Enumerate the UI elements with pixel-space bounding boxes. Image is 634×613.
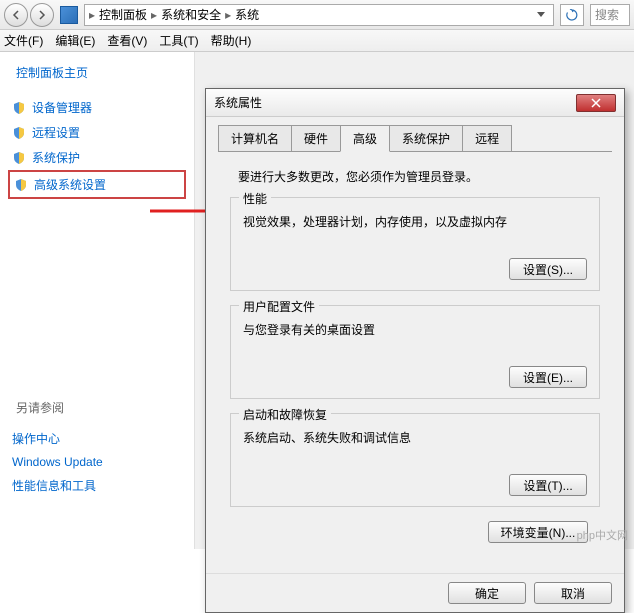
section-startup: 启动和故障恢复 系统启动、系统失败和调试信息 设置(T)... — [230, 413, 600, 507]
sidebar: 控制面板主页 设备管理器 远程设置 系统保护 高级系统设置 另请参阅 操作中心 … — [0, 52, 195, 549]
forward-button[interactable] — [30, 3, 54, 27]
tab-strip: 计算机名 硬件 高级 系统保护 远程 — [218, 125, 612, 152]
sidebar-item-advanced[interactable]: 高级系统设置 — [8, 170, 186, 199]
crumb-system[interactable]: 系统 — [233, 6, 261, 23]
section-desc: 系统启动、系统失败和调试信息 — [243, 429, 587, 446]
tab-hardware[interactable]: 硬件 — [291, 125, 341, 151]
sidebar-item-action-center[interactable]: 操作中心 — [8, 426, 186, 451]
refresh-icon — [566, 9, 578, 21]
chevron-right-icon: ▸ — [89, 8, 95, 22]
back-icon — [11, 10, 21, 20]
sidebar-item-device-manager[interactable]: 设备管理器 — [8, 95, 186, 120]
sidebar-item-label: 系统保护 — [32, 149, 80, 166]
menu-help[interactable]: 帮助(H) — [211, 32, 252, 49]
sidebar-item-label: 远程设置 — [32, 124, 80, 141]
breadcrumb-dropdown[interactable] — [533, 5, 549, 25]
tab-remote[interactable]: 远程 — [462, 125, 512, 151]
shield-icon — [12, 151, 26, 165]
section-desc: 视觉效果，处理器计划，内存使用，以及虚拟内存 — [243, 213, 587, 230]
dialog-title-text: 系统属性 — [214, 94, 262, 111]
sidebar-item-protection[interactable]: 系统保护 — [8, 145, 186, 170]
crumb-control-panel[interactable]: 控制面板 — [97, 6, 149, 23]
refresh-button[interactable] — [560, 4, 584, 26]
sidebar-item-label: Windows Update — [12, 455, 103, 469]
dialog-body: 计算机名 硬件 高级 系统保护 远程 要进行大多数更改，您必须作为管理员登录。 … — [206, 117, 624, 573]
cancel-button[interactable]: 取消 — [534, 582, 612, 604]
menu-bar: 文件(F) 编辑(E) 查看(V) 工具(T) 帮助(H) — [0, 30, 634, 52]
shield-icon — [14, 178, 28, 192]
startup-settings-button[interactable]: 设置(T)... — [509, 474, 587, 496]
system-icon — [60, 6, 78, 24]
section-title: 启动和故障恢复 — [239, 406, 331, 423]
dialog-content: 要进行大多数更改，您必须作为管理员登录。 性能 视觉效果，处理器计划，内存使用，… — [218, 160, 612, 561]
ok-button[interactable]: 确定 — [448, 582, 526, 604]
admin-note: 要进行大多数更改，您必须作为管理员登录。 — [230, 168, 600, 185]
section-profile: 用户配置文件 与您登录有关的桌面设置 设置(E)... — [230, 305, 600, 399]
close-icon — [591, 98, 601, 108]
section-desc: 与您登录有关的桌面设置 — [243, 321, 587, 338]
sidebar-item-remote[interactable]: 远程设置 — [8, 120, 186, 145]
section-title: 性能 — [239, 190, 271, 207]
breadcrumb[interactable]: ▸ 控制面板 ▸ 系统和安全 ▸ 系统 — [84, 4, 554, 26]
perf-settings-button[interactable]: 设置(S)... — [509, 258, 587, 280]
sidebar-item-label: 高级系统设置 — [34, 176, 106, 193]
section-title: 用户配置文件 — [239, 298, 319, 315]
tab-computer-name[interactable]: 计算机名 — [218, 125, 292, 151]
forward-icon — [37, 10, 47, 20]
section-performance: 性能 视觉效果，处理器计划，内存使用，以及虚拟内存 设置(S)... — [230, 197, 600, 291]
env-variables-button[interactable]: 环境变量(N)... — [488, 521, 588, 543]
chevron-right-icon: ▸ — [225, 8, 231, 22]
sidebar-item-label: 操作中心 — [12, 430, 60, 447]
dialog-footer: 确定 取消 — [206, 573, 624, 612]
sidebar-title[interactable]: 控制面板主页 — [8, 64, 186, 81]
sidebar-item-perf-info[interactable]: 性能信息和工具 — [8, 473, 186, 498]
shield-icon — [12, 126, 26, 140]
menu-edit[interactable]: 编辑(E) — [55, 32, 95, 49]
menu-view[interactable]: 查看(V) — [107, 32, 147, 49]
dialog-titlebar[interactable]: 系统属性 — [206, 89, 624, 117]
tab-protection[interactable]: 系统保护 — [389, 125, 463, 151]
sidebar-item-label: 性能信息和工具 — [12, 477, 96, 494]
shield-icon — [12, 101, 26, 115]
profile-settings-button[interactable]: 设置(E)... — [509, 366, 587, 388]
watermark: php中文网 — [577, 527, 628, 543]
close-button[interactable] — [576, 94, 616, 112]
see-also-label: 另请参阅 — [8, 399, 186, 416]
sidebar-footer: 另请参阅 操作中心 Windows Update 性能信息和工具 — [8, 399, 186, 498]
sidebar-item-label: 设备管理器 — [32, 99, 92, 116]
tab-advanced[interactable]: 高级 — [340, 125, 390, 152]
chevron-right-icon: ▸ — [151, 8, 157, 22]
sidebar-item-windows-update[interactable]: Windows Update — [8, 451, 186, 473]
system-properties-dialog: 系统属性 计算机名 硬件 高级 系统保护 远程 要进行大多数更改，您必须作为管理… — [205, 88, 625, 613]
menu-tools[interactable]: 工具(T) — [159, 32, 198, 49]
search-placeholder: 搜索 — [595, 6, 619, 23]
navigation-bar: ▸ 控制面板 ▸ 系统和安全 ▸ 系统 搜索 — [0, 0, 634, 30]
chevron-down-icon — [537, 12, 545, 18]
search-input[interactable]: 搜索 — [590, 4, 630, 26]
menu-file[interactable]: 文件(F) — [4, 32, 43, 49]
back-button[interactable] — [4, 3, 28, 27]
crumb-system-security[interactable]: 系统和安全 — [159, 6, 223, 23]
